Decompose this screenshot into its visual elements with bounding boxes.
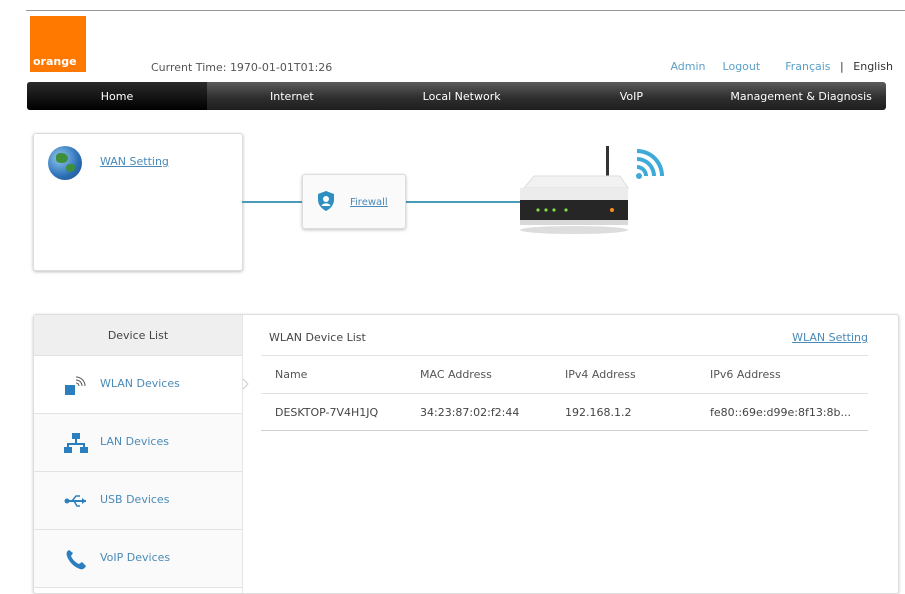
header-links: Admin Logout Français | English <box>670 60 893 73</box>
phone-icon <box>66 550 86 570</box>
current-time: Current Time: 1970-01-01T01:26 <box>151 61 332 74</box>
tab-management-diagnosis[interactable]: Management & Diagnosis <box>716 82 886 110</box>
router-icon <box>520 146 664 234</box>
connector-line <box>404 201 520 203</box>
column-header-ipv6: IPv6 Address <box>696 355 868 394</box>
sidebar-item-label: LAN Devices <box>100 435 169 448</box>
language-separator: | <box>840 60 844 73</box>
firewall-link[interactable]: Firewall <box>350 197 388 208</box>
column-header-mac: MAC Address <box>406 355 551 394</box>
globe-icon <box>48 146 82 180</box>
logo-text: orange <box>33 55 77 68</box>
device-table: Name MAC Address IPv4 Address IPv6 Addre… <box>261 355 868 431</box>
cell-name: DESKTOP-7V4H1JQ <box>261 393 406 431</box>
sidebar-item-usb-devices[interactable]: USB Devices <box>34 472 242 530</box>
cell-ipv4: 192.168.1.2 <box>551 393 696 431</box>
shield-icon <box>318 191 334 211</box>
list-title: WLAN Device List <box>269 331 366 344</box>
cell-ipv6: fe80::69e:d99e:8f13:8b... <box>696 393 868 431</box>
sidebar-item-lan-devices[interactable]: LAN Devices <box>34 414 242 472</box>
firewall-card: Firewall <box>302 174 406 229</box>
connector-line <box>242 201 302 203</box>
chevron-right-icon <box>242 378 249 390</box>
table-row[interactable]: DESKTOP-7V4H1JQ 34:23:87:02:f2:44 192.16… <box>261 393 868 431</box>
usb-icon <box>64 495 86 507</box>
tab-local-network[interactable]: Local Network <box>377 82 547 110</box>
francais-link[interactable]: Français <box>785 60 830 73</box>
sidebar-item-voip-devices[interactable]: VoIP Devices <box>34 530 242 588</box>
device-list-main: WLAN Device List WLAN Setting Name MAC A… <box>261 315 868 593</box>
lan-icon <box>64 433 88 453</box>
column-header-name: Name <box>261 355 406 394</box>
sidebar-item-label: VoIP Devices <box>100 551 171 564</box>
wan-setting-link[interactable]: WAN Setting <box>100 155 169 168</box>
orange-logo: orange <box>30 16 86 72</box>
wlan-icon <box>65 376 86 395</box>
cell-mac: 34:23:87:02:f2:44 <box>406 393 551 431</box>
tab-internet[interactable]: Internet <box>207 82 377 110</box>
device-list-title: Device List <box>34 315 242 356</box>
column-header-ipv4: IPv4 Address <box>551 355 696 394</box>
sidebar-item-wlan-devices[interactable]: WLAN Devices <box>34 356 242 414</box>
main-nav: Home Internet Local Network VoIP Managem… <box>27 82 886 110</box>
current-time-value: 1970-01-01T01:26 <box>229 61 333 74</box>
tab-voip[interactable]: VoIP <box>547 82 717 110</box>
current-time-label: Current Time: <box>151 61 227 74</box>
device-list-panel: Device List WLAN Devices LAN Devices USB… <box>33 314 899 594</box>
wlan-setting-link[interactable]: WLAN Setting <box>792 331 868 344</box>
top-divider <box>26 10 905 11</box>
device-sidebar: Device List WLAN Devices LAN Devices USB… <box>34 315 243 593</box>
english-link[interactable]: English <box>853 60 893 73</box>
admin-link[interactable]: Admin <box>670 60 705 73</box>
logout-link[interactable]: Logout <box>723 60 761 73</box>
tab-home[interactable]: Home <box>27 82 207 110</box>
sidebar-item-label: USB Devices <box>100 493 170 506</box>
wifi-signal-icon <box>636 149 664 179</box>
sidebar-item-label: WLAN Devices <box>100 377 180 390</box>
table-header-row: Name MAC Address IPv4 Address IPv6 Addre… <box>261 355 868 394</box>
wan-card: WAN Setting <box>33 133 243 271</box>
